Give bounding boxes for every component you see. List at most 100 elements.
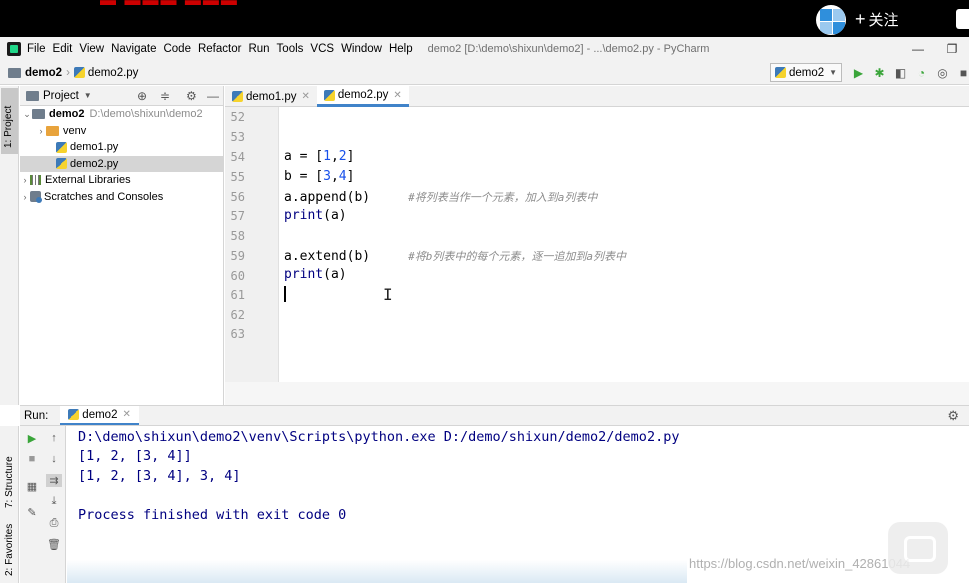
tree-item-demo2[interactable]: demo2.py [20, 155, 223, 172]
code-token: ] [346, 169, 355, 184]
tree-item-label: demo2.py [70, 157, 119, 170]
gear-icon[interactable]: ⚙ [186, 89, 197, 103]
bottom-left-tool-stripe: 7: Structure 2: Favorites [0, 426, 19, 583]
breadcrumb-project[interactable]: demo2 [25, 67, 62, 79]
navigation-bar: demo2 › demo2.py demo2 ▼ ▶ ✱ ◧ ◔ ◎ ■ [0, 61, 969, 85]
rerun-icon[interactable]: ▶ [24, 432, 40, 445]
chevron-down-icon[interactable]: ⌄ [22, 109, 32, 120]
console-line: D:\demo\shixun\demo2\venv\Scripts\python… [78, 429, 680, 445]
pin-icon[interactable]: ✎ [24, 506, 40, 519]
structure-tool-tab[interactable]: 7: Structure [4, 456, 15, 508]
library-icon [30, 175, 41, 186]
code-keyword: print [284, 208, 324, 223]
close-icon[interactable]: ✕ [122, 409, 130, 420]
breadcrumb-file[interactable]: demo2.py [88, 67, 139, 79]
favorites-tool-tab[interactable]: 2: Favorites [4, 524, 15, 576]
follow-button[interactable]: + 关注 [855, 9, 899, 30]
hide-icon[interactable]: — [207, 89, 219, 103]
gear-icon[interactable]: ⚙ [947, 408, 959, 424]
profile-icon[interactable]: ◔ [911, 65, 932, 81]
editor-tab-bar: demo1.py ✕ demo2.py ✕ [225, 86, 969, 107]
tab-label: demo1.py [246, 90, 297, 103]
code-line: a = [1,2] [284, 149, 354, 164]
code-token: (a) [323, 208, 347, 223]
layout-icon[interactable]: ▦ [24, 480, 40, 493]
print-icon[interactable]: ⎙ [46, 517, 62, 530]
project-tool-tab[interactable]: 1: Project [1, 88, 18, 154]
project-view-select[interactable]: Project [43, 90, 79, 102]
menu-run[interactable]: Run [248, 43, 269, 55]
code-line: print(a) [284, 208, 347, 223]
code-token: , [330, 149, 339, 164]
mouse-ibeam-cursor: I [383, 285, 393, 304]
python-file-icon [68, 409, 80, 420]
run-label: Run: [24, 409, 49, 422]
scroll-to-end-icon[interactable]: ⤓ [46, 495, 62, 508]
chevron-right-icon[interactable]: › [20, 192, 30, 202]
run-tab-demo2[interactable]: demo2 ✕ [60, 406, 139, 425]
stop-icon[interactable]: ■ [953, 65, 969, 81]
line-number: 63 [230, 327, 245, 341]
run-icon[interactable]: ▶ [848, 65, 869, 81]
arrow-up-icon[interactable]: ↑ [46, 432, 62, 444]
stop-icon[interactable]: ■ [24, 453, 40, 465]
current-line [284, 286, 286, 302]
soft-wrap-icon[interactable]: ⇉ [46, 474, 62, 487]
menu-window[interactable]: Window [341, 43, 382, 55]
tab-demo1[interactable]: demo1.py ✕ [225, 86, 317, 107]
menu-tools[interactable]: Tools [277, 43, 304, 55]
console-line: [1, 2, [3, 4]] [78, 448, 192, 464]
tree-item-scratches[interactable]: › Scratches and Consoles [20, 189, 223, 206]
tree-root[interactable]: ⌄ demo2 D:\demo\shixun\demo2 [20, 106, 223, 123]
menu-navigate[interactable]: Navigate [111, 43, 156, 55]
menu-help[interactable]: Help [389, 43, 413, 55]
plus-icon: + [855, 9, 866, 29]
more-icon[interactable] [956, 9, 969, 29]
minimize-icon[interactable]: — [901, 42, 935, 56]
code-keyword: print [284, 267, 324, 282]
chevron-right-icon[interactable]: › [36, 126, 46, 136]
menu-vcs[interactable]: VCS [310, 43, 334, 55]
menu-refactor[interactable]: Refactor [198, 43, 241, 55]
tab-label: demo2.py [337, 89, 389, 101]
code-editor[interactable]: a = [1,2] b = [3,4] a.append(b) #将列表当作一个元… [280, 107, 969, 382]
tree-item-demo1[interactable]: demo1.py [20, 139, 223, 156]
text-caret [284, 286, 286, 302]
breadcrumb: demo2 › demo2.py [8, 67, 138, 79]
menu-code[interactable]: Code [163, 43, 191, 55]
chevron-right-icon[interactable]: › [20, 175, 30, 185]
code-line: b = [3,4] [284, 169, 354, 184]
tree-item-label: External Libraries [45, 174, 131, 187]
code-line: print(a) [284, 267, 347, 282]
uploader-avatar[interactable] [816, 5, 846, 35]
folder-icon [46, 125, 59, 136]
run-config-label: demo2 [789, 66, 825, 79]
restore-icon[interactable]: ❐ [935, 42, 969, 56]
pycharm-logo-icon [7, 42, 21, 56]
trash-icon[interactable]: 🗑 [46, 538, 62, 551]
tree-item-external-libraries[interactable]: › External Libraries [20, 172, 223, 189]
close-icon[interactable]: ✕ [302, 91, 310, 102]
concurrency-icon[interactable]: ◎ [932, 65, 953, 81]
run-config-select[interactable]: demo2 ▼ [770, 63, 842, 82]
tree-item-label: venv [63, 124, 87, 137]
menu-bar: File Edit View Navigate Code Refactor Ru… [0, 37, 969, 61]
debug-icon[interactable]: ✱ [869, 65, 890, 81]
line-number: 60 [230, 269, 245, 283]
line-number: 53 [230, 130, 245, 144]
menu-view[interactable]: View [79, 43, 104, 55]
code-line: a.append(b) #将列表当作一个元素，加入到a列表中 [284, 189, 597, 205]
video-play-badge-icon[interactable] [888, 522, 948, 574]
python-file-icon [775, 67, 786, 78]
close-icon[interactable]: ✕ [393, 90, 401, 101]
tab-demo2[interactable]: demo2.py ✕ [316, 86, 409, 107]
tree-item-venv[interactable]: › venv [20, 123, 223, 140]
code-line: a.extend(b) #将b列表中的每个元素，逐一追加到a列表中 [284, 248, 626, 264]
menu-file[interactable]: File [27, 43, 46, 55]
coverage-icon[interactable]: ◧ [890, 65, 911, 81]
arrow-down-icon[interactable]: ↓ [46, 453, 62, 465]
locate-icon[interactable]: ⊕ [137, 89, 147, 103]
chevron-right-icon: › [66, 66, 70, 79]
menu-edit[interactable]: Edit [53, 43, 73, 55]
collapse-icon[interactable]: ≑ [160, 89, 170, 103]
